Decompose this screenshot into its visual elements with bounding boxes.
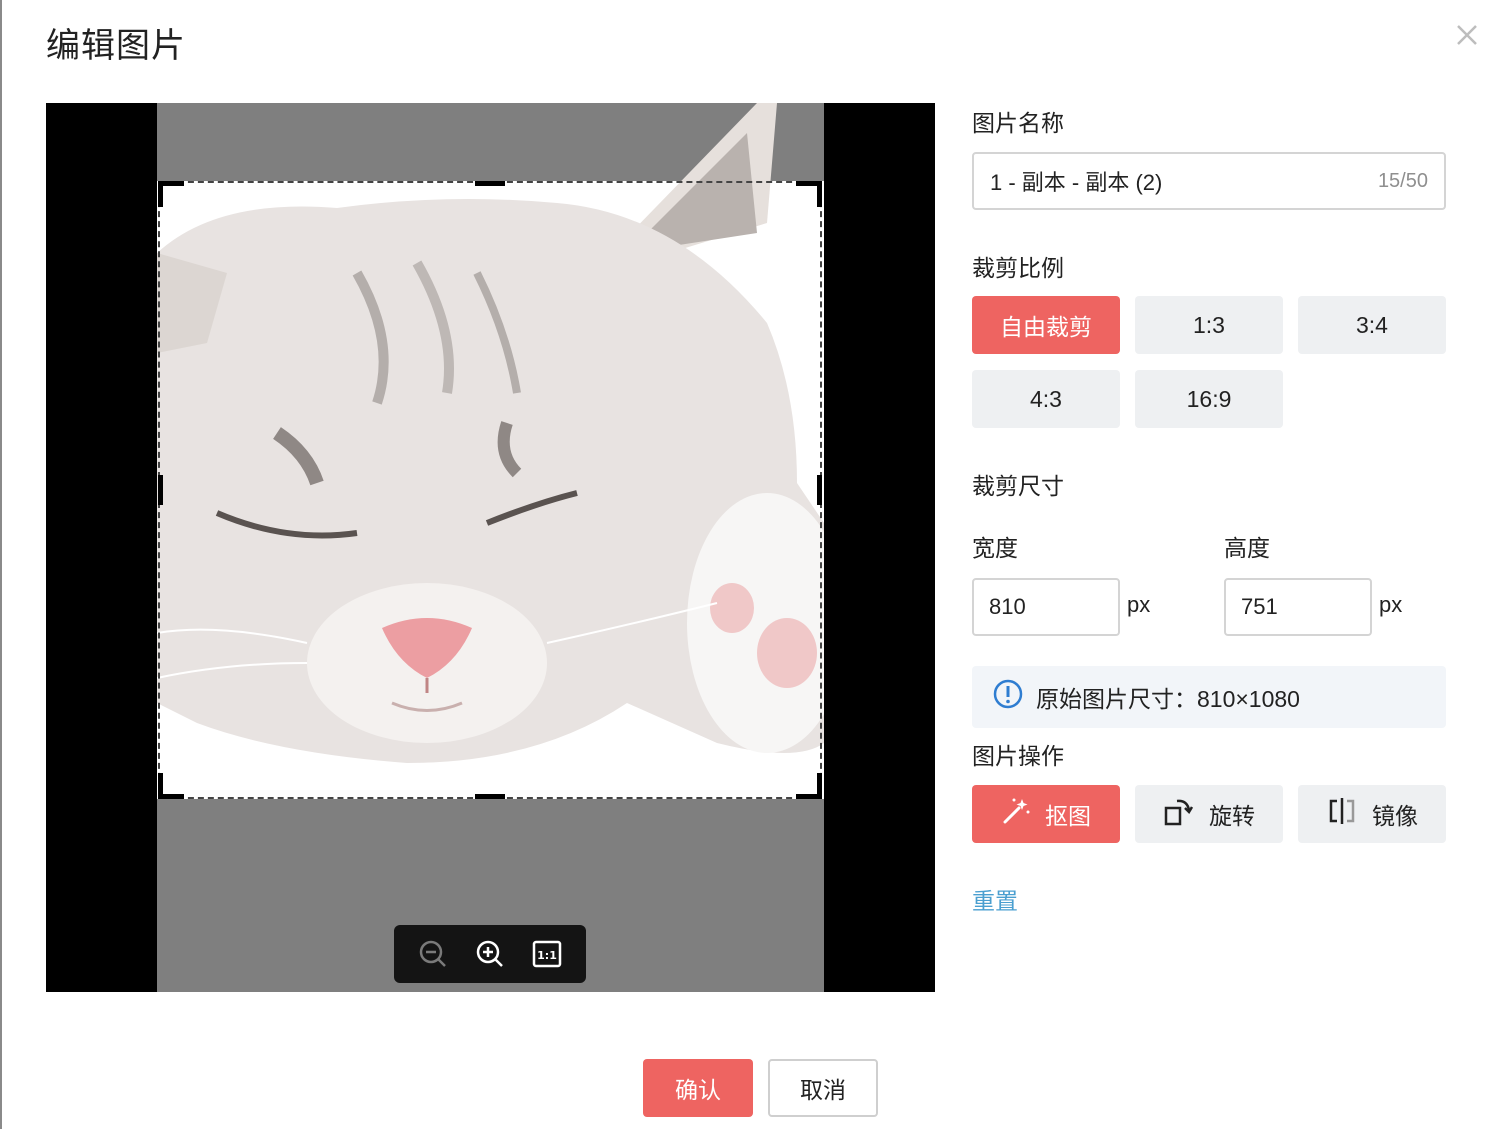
zoom-in-icon[interactable] [472,936,508,972]
zoom-out-icon[interactable] [415,936,451,972]
ratio-16-9-button[interactable]: 16:9 [1135,370,1283,428]
window-edge [0,0,2,1129]
dialog-title: 编辑图片 [46,27,186,65]
crop-size-label: 裁剪尺寸 [972,473,1064,499]
ratio-3-4-button[interactable]: 3:4 [1298,296,1446,354]
crop-ratio-label: 裁剪比例 [972,255,1064,281]
mirror-button[interactable]: 镜像 [1298,785,1446,843]
crop-handle-bl[interactable] [158,773,163,799]
crop-handle-top[interactable] [475,181,505,186]
original-size-text: 原始图片尺寸：810×1080 [1036,686,1300,712]
image-name-label: 图片名称 [972,110,1064,136]
height-label: 高度 [1224,535,1270,561]
info-icon [992,678,1024,716]
image-canvas[interactable]: 1:1 [46,103,935,992]
width-label: 宽度 [972,535,1018,561]
crop-handle-tr[interactable] [817,181,822,207]
mirror-icon [1326,795,1358,833]
crop-handle-right[interactable] [817,475,822,505]
image-ops-label: 图片操作 [972,743,1064,769]
rotate-icon [1163,795,1195,833]
image-name-value[interactable]: 1 - 副本 - 副本 (2) [990,165,1378,197]
width-unit: px [1127,592,1151,617]
zoom-toolbar: 1:1 [394,925,586,983]
crop-handle-br[interactable] [817,773,822,799]
rotate-label: 旋转 [1209,803,1255,829]
width-input[interactable]: 810 [972,578,1120,636]
cutout-button[interactable]: 抠图 [972,785,1120,843]
crop-handle-left[interactable] [158,475,163,505]
cancel-button[interactable]: 取消 [768,1059,878,1117]
confirm-button[interactable]: 确认 [643,1059,753,1117]
char-counter: 15/50 [1377,169,1428,192]
reset-link[interactable]: 重置 [972,882,1018,916]
rotate-button[interactable]: 旋转 [1135,785,1283,843]
magic-wand-icon [1001,796,1031,832]
mirror-label: 镜像 [1372,803,1418,829]
crop-handle-tl[interactable] [158,181,163,207]
image-name-input[interactable]: 1 - 副本 - 副本 (2) 15/50 [972,152,1446,210]
ratio-1-3-button[interactable]: 1:3 [1135,296,1283,354]
svg-text:1:1: 1:1 [537,949,557,962]
height-unit: px [1379,592,1403,617]
ratio-4-3-button[interactable]: 4:3 [972,370,1120,428]
cutout-label: 抠图 [1045,803,1091,829]
actual-size-icon[interactable]: 1:1 [529,936,565,972]
crop-box[interactable] [158,181,822,799]
close-icon[interactable] [1452,20,1482,50]
ratio-free-button[interactable]: 自由裁剪 [972,296,1120,354]
height-input[interactable]: 751 [1224,578,1372,636]
crop-handle-bottom[interactable] [475,794,505,799]
original-size-info: 原始图片尺寸：810×1080 [972,666,1446,728]
